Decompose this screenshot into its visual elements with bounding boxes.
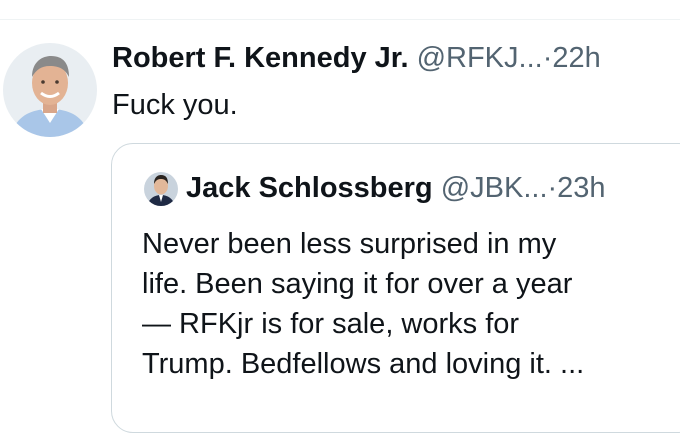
quoted-author-avatar[interactable] [144,172,178,206]
quoted-tweet-header: Jack Schlossberg @JBK...·23h [186,170,606,206]
quoted-tweet-text: Never been less surprised in my life. Be… [142,224,672,384]
timeline-divider [0,19,680,20]
quoted-tweet-card[interactable]: Jack Schlossberg @JBK...·23h Never been … [111,143,680,433]
man-portrait-icon [144,172,178,206]
tweet-header: Robert F. Kennedy Jr. @RFKJ...·22h [112,40,680,76]
author-avatar[interactable] [3,43,97,137]
tweet-text: Fuck you. [112,89,238,121]
quoted-text-line: Trump. Bedfellows and loving it. ... [142,348,585,380]
quoted-author-display-name[interactable]: Jack Schlossberg [186,172,433,204]
quoted-text-line: Never been less surprised in my [142,228,557,260]
quoted-tweet-timestamp[interactable]: 23h [557,172,605,204]
author-display-name[interactable]: Robert F. Kennedy Jr. [112,42,409,74]
quoted-text-line: life. Been saying it for over a year [142,268,573,300]
author-handle[interactable]: @RFKJ... [417,42,543,74]
quoted-header-separator: · [547,172,558,204]
header-separator: · [542,42,553,74]
tweet-timestamp[interactable]: 22h [552,42,600,74]
man-portrait-icon [3,43,97,137]
quoted-author-handle[interactable]: @JBK... [441,172,548,204]
quoted-text-line: — RFKjr is for sale, works for [142,308,520,340]
